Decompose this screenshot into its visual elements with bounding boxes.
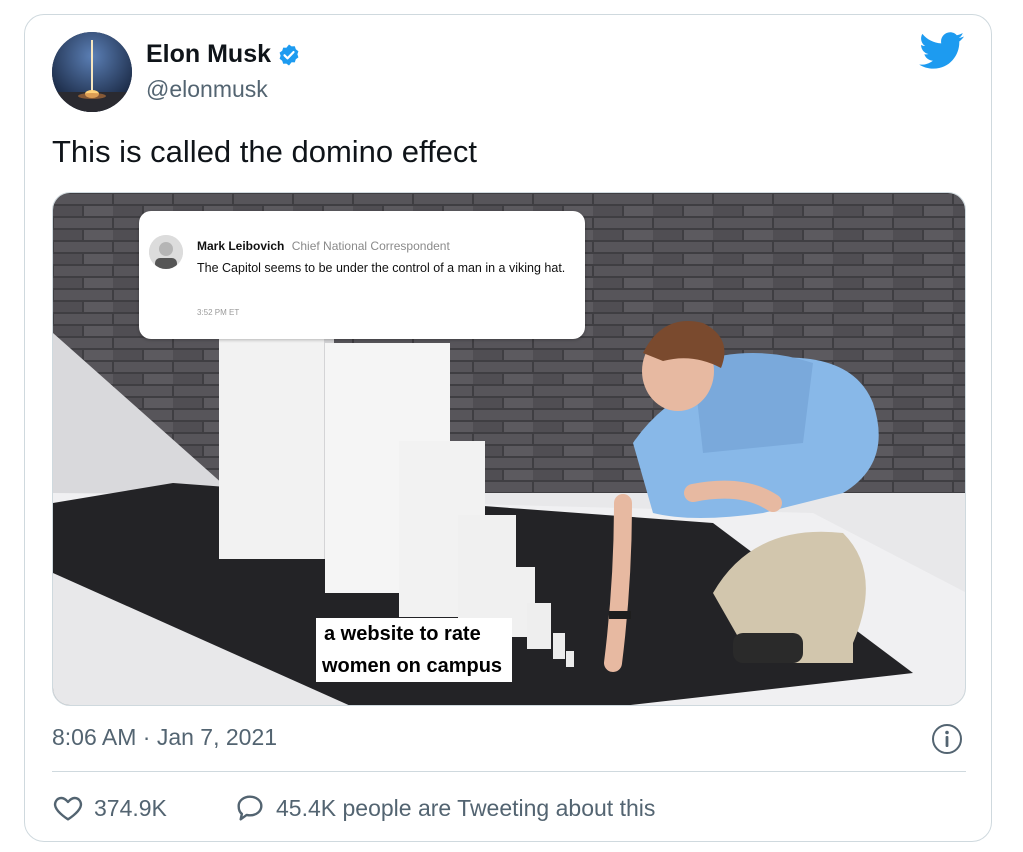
- quoted-author-line: Mark Leibovich Chief National Correspond…: [197, 239, 450, 253]
- like-action[interactable]: 374.9K: [52, 792, 167, 824]
- quoted-author-name: Mark Leibovich: [197, 239, 285, 253]
- tweeting-about-action[interactable]: 45.4K people are Tweeting about this: [234, 792, 655, 824]
- like-count[interactable]: 374.9K: [94, 795, 167, 822]
- author-handle[interactable]: @elonmusk: [146, 76, 268, 103]
- quoted-tweet-text: The Capitol seems to be under the contro…: [197, 261, 566, 275]
- twitter-bird-icon[interactable]: [919, 32, 965, 70]
- author-avatar[interactable]: [52, 32, 132, 112]
- verified-badge-icon: [279, 44, 299, 65]
- tweet-media[interactable]: Mark Leibovich Chief National Correspond…: [52, 192, 966, 706]
- tweet-text: This is called the domino effect: [52, 134, 478, 169]
- tweet-timestamp[interactable]: 8:06 AM · Jan 7, 2021: [52, 724, 277, 751]
- meme-caption: a website to rate women on campus: [316, 618, 513, 682]
- heart-icon[interactable]: [52, 792, 84, 824]
- author-name[interactable]: Elon Musk: [146, 40, 271, 69]
- quoted-author-title: Chief National Correspondent: [291, 239, 450, 253]
- quoted-author-avatar: [149, 235, 183, 269]
- quoted-tweet-time: 3:52 PM ET: [197, 308, 240, 317]
- stats-divider: [52, 771, 966, 772]
- caption-line-1: a website to rate: [324, 623, 481, 645]
- quoted-tweet-screenshot: Mark Leibovich Chief National Correspond…: [139, 211, 585, 339]
- author-name-row[interactable]: Elon Musk: [146, 40, 301, 69]
- tweeting-count[interactable]: 45.4K people are Tweeting about this: [276, 795, 655, 822]
- caption-line-2: women on campus: [322, 655, 503, 677]
- info-icon[interactable]: [930, 722, 964, 756]
- speech-bubble-icon[interactable]: [234, 792, 266, 824]
